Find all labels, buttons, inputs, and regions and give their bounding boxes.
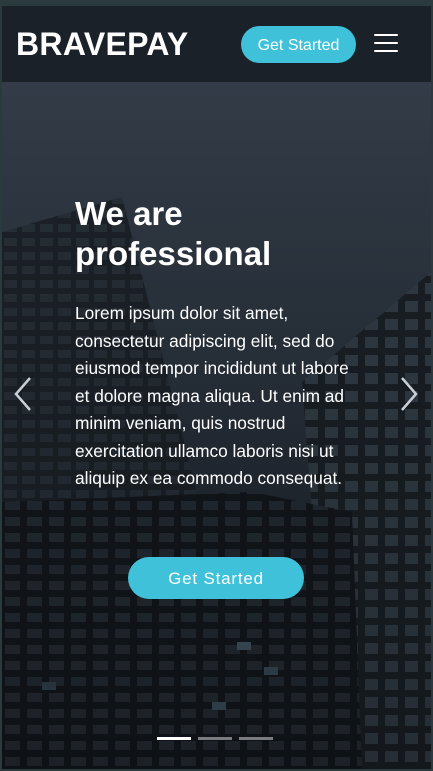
- carousel-next-button[interactable]: [394, 372, 424, 416]
- hero-content: We are professional Lorem ipsum dolor si…: [75, 194, 365, 493]
- navbar: BRAVEPAY Get Started: [2, 6, 431, 82]
- hero-description: Lorem ipsum dolor sit amet, consectetur …: [75, 303, 349, 488]
- carousel-indicator-2[interactable]: [198, 737, 232, 740]
- menu-bar: [374, 34, 398, 36]
- carousel-indicators: [157, 733, 277, 743]
- chevron-left-icon: [14, 377, 31, 411]
- carousel-indicator-1[interactable]: [157, 737, 191, 740]
- carousel-prev-button[interactable]: [8, 372, 38, 416]
- hero-get-started-button[interactable]: Get Started: [128, 557, 304, 599]
- brand-logo[interactable]: BRAVEPAY: [16, 24, 189, 64]
- hamburger-menu-icon[interactable]: [374, 32, 400, 54]
- nav-get-started-button[interactable]: Get Started: [241, 26, 356, 63]
- carousel-indicator-3[interactable]: [239, 737, 273, 740]
- app-frame: BRAVEPAY Get Started We are professional…: [2, 6, 431, 769]
- menu-bar: [374, 50, 398, 52]
- menu-bar: [374, 42, 398, 44]
- hero-carousel: We are professional Lorem ipsum dolor si…: [2, 82, 431, 769]
- hero-title: We are professional: [75, 195, 272, 272]
- chevron-right-icon: [401, 377, 418, 411]
